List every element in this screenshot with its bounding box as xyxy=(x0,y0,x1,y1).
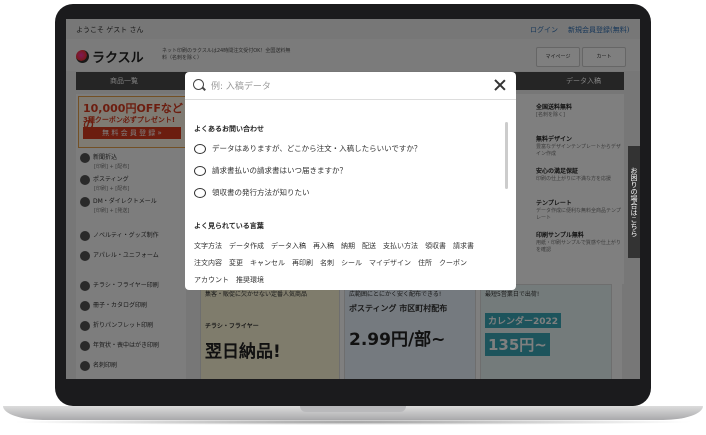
help-tab[interactable]: お困りの場合はこちら xyxy=(628,146,640,258)
faq-item[interactable]: データはありますが、どこから注文・入稿したらいいですか？ xyxy=(194,143,421,154)
keyword-link[interactable]: 請求書 xyxy=(453,241,474,251)
search-input[interactable] xyxy=(209,77,483,96)
keyword-link[interactable]: 支払い方法 xyxy=(383,241,418,251)
keyword-row: 文字方法 データ作成 データ入稿 再入稿 納期 配送 支払い方法 領収書 請求書 xyxy=(194,241,474,251)
search-bar xyxy=(185,72,516,100)
keywords-title: よく見られている言葉 xyxy=(194,222,264,230)
keyword-row: 注文内容 変更 キャンセル 再印刷 名刺 シール マイデザイン 住所 クーポン xyxy=(194,258,467,268)
chat-bubble-icon xyxy=(194,143,206,154)
keyword-link[interactable]: 配送 xyxy=(362,241,376,251)
keyword-link[interactable]: クーポン xyxy=(439,258,467,268)
keyword-row: アカウント 推奨環境 xyxy=(194,275,264,285)
search-modal: よくあるお問い合わせ データはありますが、どこから注文・入稿したらいいですか？ … xyxy=(185,72,516,290)
keyword-link[interactable]: 領収書 xyxy=(425,241,446,251)
keyword-link[interactable]: マイデザイン xyxy=(369,258,411,268)
keyword-link[interactable]: アカウント xyxy=(194,275,229,285)
keyword-link[interactable]: 推奨環境 xyxy=(236,275,264,285)
faq-item[interactable]: 請求書払いの請求書はいつ届きますか？ xyxy=(194,165,347,176)
keyword-link[interactable]: データ入稿 xyxy=(271,241,306,251)
keyword-link[interactable]: データ作成 xyxy=(229,241,264,251)
keyword-link[interactable]: 再入稿 xyxy=(313,241,334,251)
faq-title: よくあるお問い合わせ xyxy=(194,125,264,133)
search-icon xyxy=(193,79,204,90)
keyword-link[interactable]: 納期 xyxy=(341,241,355,251)
keyword-link[interactable]: 再印刷 xyxy=(292,258,313,268)
laptop-shadow xyxy=(10,419,696,425)
keyword-link[interactable]: 住所 xyxy=(418,258,432,268)
close-icon[interactable] xyxy=(494,79,506,91)
keyword-link[interactable]: シール xyxy=(341,258,362,268)
scrollbar[interactable] xyxy=(505,122,508,189)
keyword-link[interactable]: キャンセル xyxy=(250,258,285,268)
chat-bubble-icon xyxy=(194,165,206,176)
keyword-link[interactable]: 名刺 xyxy=(320,258,334,268)
faq-item[interactable]: 領収書の発行方法が知りたい xyxy=(194,187,310,198)
chat-bubble-icon xyxy=(194,187,206,198)
laptop-notch xyxy=(300,406,406,412)
keyword-link[interactable]: 注文内容 xyxy=(194,258,222,268)
keyword-link[interactable]: 文字方法 xyxy=(194,241,222,251)
keyword-link[interactable]: 変更 xyxy=(229,258,243,268)
